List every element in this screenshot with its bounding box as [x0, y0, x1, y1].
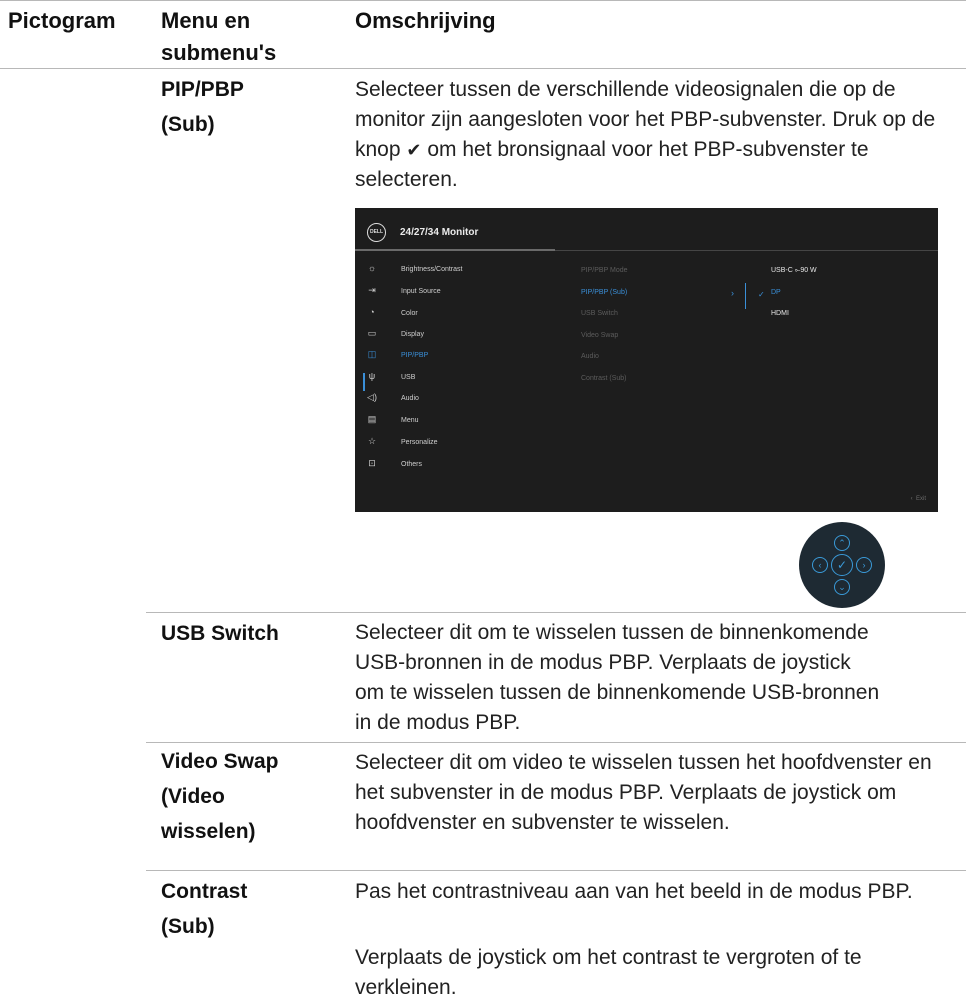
audio-icon: ◁)	[367, 392, 377, 402]
submenu-audio[interactable]: Audio	[581, 353, 599, 360]
desc-contrast-sub: Pas het contrastniveau aan van het beeld…	[355, 880, 913, 903]
up-icon: ⌃	[834, 535, 850, 551]
header-menu: Menu en submenu's	[161, 8, 277, 65]
joystick: ⌃ ‹ ✓ › ⌄	[799, 522, 885, 608]
exit-button[interactable]: ‹ Exit	[911, 496, 926, 502]
color-icon: ◔	[369, 307, 375, 317]
submenu-usb-switch[interactable]: USB Switch	[581, 310, 618, 317]
term-contrast-sub: Contrast (Sub)	[161, 880, 248, 938]
desc-video-swap: Selecteer dit om video te wisselen tusse…	[355, 751, 932, 834]
menu-item-label: USB	[401, 374, 416, 381]
menu-item-usb[interactable]: ψ USB	[365, 368, 545, 388]
header-description: Omschrijving	[355, 8, 496, 33]
osd-title: 24/27/34 Monitor	[400, 227, 479, 238]
dell-logo: DELL	[367, 223, 386, 242]
term-video-swap: Video Swap (Video wisselen)	[161, 750, 279, 843]
menu-item-label: Brightness/Contrast	[401, 266, 463, 273]
menu-item-pip-pbp[interactable]: ◫ PIP/PBP	[365, 346, 545, 366]
exit-label: Exit	[915, 496, 926, 502]
check-icon: ✓	[831, 554, 853, 576]
menu-item-brightness[interactable]: ☼ Brightness/Contrast	[365, 260, 545, 280]
menu-item-label: Color	[401, 310, 418, 317]
desc-pip-pbp-sub-after: om het bronsignaal voor het PBP-subvenst…	[355, 138, 869, 191]
option-usb-c[interactable]: USB-C ⟜90 W	[771, 267, 817, 275]
menu-item-label: Menu	[401, 417, 419, 424]
menu-item-label: Display	[401, 331, 424, 338]
selection-bar	[745, 283, 746, 309]
desc-pip-pbp-sub: Selecteer tussen de verschillende videos…	[355, 75, 953, 195]
osd-screenshot: DELL 24/27/34 Monitor ☼ Brightness/Contr…	[355, 208, 938, 512]
desc-usb-switch: Selecteer dit om te wisselen tussen de b…	[355, 621, 880, 734]
usb-icon: ψ	[368, 371, 376, 381]
menu-item-audio[interactable]: ◁) Audio	[365, 389, 545, 409]
menu-icon: ▤	[367, 414, 377, 424]
pip-pbp-icon: ◫	[367, 349, 377, 359]
chevron-right-icon: ›	[731, 288, 734, 298]
menu-item-personalize[interactable]: ☆ Personalize	[365, 433, 545, 453]
menu-item-input-source[interactable]: ⇥ Input Source	[365, 282, 545, 302]
option-hdmi[interactable]: HDMI	[771, 310, 789, 317]
display-icon: ▭	[367, 328, 377, 338]
check-icon: ✓	[758, 290, 765, 299]
option-dp[interactable]: DP	[771, 289, 781, 296]
term-pip-pbp-sub: PIP/PBP (Sub)	[161, 78, 244, 136]
menu-item-label: Audio	[401, 395, 419, 402]
right-icon: ›	[856, 557, 872, 573]
menu-item-menu[interactable]: ▤ Menu	[365, 411, 545, 431]
chevron-left-icon: ‹	[910, 496, 913, 502]
star-icon: ☆	[367, 436, 377, 446]
menu-item-color[interactable]: ◔ Color	[365, 304, 545, 324]
menu-item-label: Others	[401, 461, 423, 468]
menu-item-others[interactable]: ⊡ Others	[365, 455, 545, 475]
brightness-icon: ☼	[367, 263, 377, 273]
down-icon: ⌄	[834, 579, 850, 595]
menu-item-label: PIP/PBP	[401, 352, 429, 359]
left-icon: ‹	[812, 557, 828, 573]
submenu-contrast-sub[interactable]: Contrast (Sub)	[581, 375, 627, 382]
menu-item-label: Input Source	[401, 288, 441, 295]
desc-contrast-sub-2: Verplaats de joystick om het contrast te…	[355, 946, 862, 999]
check-icon: ✔	[406, 140, 422, 160]
submenu-video-swap[interactable]: Video Swap	[581, 332, 618, 339]
menu-item-label: Personalize	[401, 439, 438, 446]
term-usb-switch: USB Switch	[161, 622, 279, 645]
others-icon: ⊡	[368, 458, 376, 468]
menu-item-display[interactable]: ▭ Display	[365, 325, 545, 345]
submenu-pip-pbp-mode[interactable]: PIP/PBP Mode	[581, 267, 628, 274]
header-icon: Pictogram	[8, 8, 116, 33]
input-source-icon: ⇥	[368, 285, 376, 295]
submenu-pip-pbp-sub[interactable]: PIP/PBP (Sub)	[581, 289, 627, 296]
osd-divider-highlight	[355, 249, 555, 251]
